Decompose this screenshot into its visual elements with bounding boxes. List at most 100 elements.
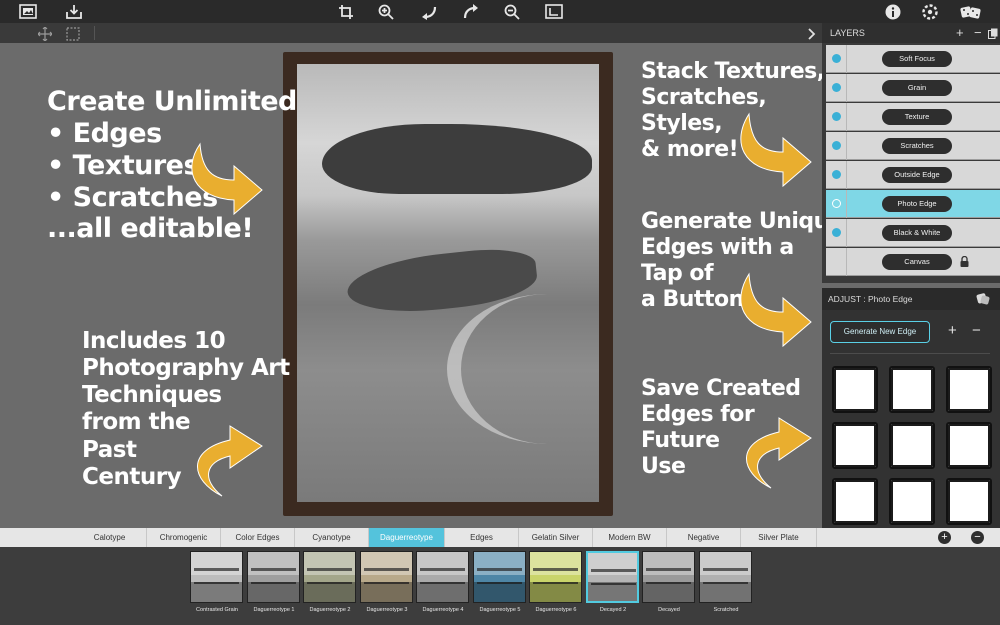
thumbnail-ground: [700, 582, 751, 602]
preset-label: Decayed 2: [599, 607, 627, 613]
tab-chromogenic[interactable]: Chromogenic: [147, 528, 221, 547]
layer-item-scratches[interactable]: Scratches: [826, 132, 1000, 160]
adjust-title: ADJUST : Photo Edge: [828, 294, 913, 304]
layer-label: Photo Edge: [882, 196, 952, 212]
edge-preset-tile[interactable]: [889, 366, 935, 413]
remove-style-button[interactable]: −: [971, 531, 984, 544]
randomize-dice-icon[interactable]: [960, 3, 982, 20]
preset-thumbnails: Contrasted Grain Daguerreotype 1 Daguerreo…: [0, 547, 1000, 625]
tab-daguerreotype[interactable]: Daguerreotype: [369, 528, 445, 547]
tab-modern-bw[interactable]: Modern BW: [593, 528, 667, 547]
edge-preset-tile[interactable]: [832, 366, 878, 413]
add-edge-button[interactable]: +: [948, 322, 957, 339]
thumbnail-ground: [248, 582, 299, 602]
thumbnail-ground: [361, 582, 412, 602]
layer-label: Soft Focus: [882, 51, 952, 67]
curved-arrow-icon: [191, 142, 263, 216]
tab-negative[interactable]: Negative: [667, 528, 741, 547]
curved-arrow-icon: [740, 272, 812, 348]
preset-label: Daguerreotype 5: [479, 607, 521, 613]
tab-silver-plate[interactable]: Silver Plate: [741, 528, 817, 547]
preset-thumbnail[interactable]: [303, 551, 356, 603]
fit-screen-icon[interactable]: [545, 3, 563, 20]
divider: [846, 248, 847, 276]
divider: [846, 103, 847, 131]
preset-thumbnail[interactable]: [529, 551, 582, 603]
toolbar-divider: [94, 26, 95, 40]
layer-label: Canvas: [882, 254, 952, 270]
preset-thumbnail[interactable]: [247, 551, 300, 603]
adjust-panel: ADJUST : Photo Edge Generate New Edge + …: [822, 288, 1000, 528]
edge-preset-tile[interactable]: [832, 422, 878, 469]
top-toolbar: [0, 0, 1000, 23]
edge-preset-tile[interactable]: [946, 422, 992, 469]
layer-item-texture[interactable]: Texture: [826, 103, 1000, 131]
preset-thumbnail[interactable]: [586, 551, 639, 603]
preset-thumbnail[interactable]: [360, 551, 413, 603]
layer-item-photo-edge[interactable]: Photo Edge: [826, 190, 1000, 218]
visibility-dot-icon[interactable]: [832, 112, 841, 121]
remove-edge-button[interactable]: −: [972, 322, 981, 339]
randomize-dice-icon[interactable]: [976, 292, 990, 306]
preset-label: Decayed: [658, 607, 680, 613]
settings-icon[interactable]: [921, 3, 939, 20]
edge-preset-tile[interactable]: [946, 478, 992, 525]
select-icon[interactable]: [64, 25, 82, 42]
preset-thumbnail[interactable]: [416, 551, 469, 603]
layer-item-outside-edge[interactable]: Outside Edge: [826, 161, 1000, 189]
preset-thumbnail[interactable]: [699, 551, 752, 603]
zoom-out-icon[interactable]: [503, 3, 521, 20]
edge-preset-tile[interactable]: [832, 478, 878, 525]
import-icon[interactable]: [65, 3, 83, 20]
layer-item-black-white[interactable]: Black & White: [826, 219, 1000, 247]
photo-wave: [447, 294, 613, 444]
thumbnail-ground: [191, 582, 242, 602]
add-style-button[interactable]: +: [938, 531, 951, 544]
tab-edges[interactable]: Edges: [445, 528, 519, 547]
chevron-right-icon[interactable]: [806, 25, 818, 42]
photo-canvas[interactable]: [283, 52, 613, 516]
generate-new-edge-button[interactable]: Generate New Edge: [830, 321, 930, 343]
preset-thumbnail[interactable]: [473, 551, 526, 603]
edge-preset-tile[interactable]: [889, 478, 935, 525]
edge-preset-tile[interactable]: [946, 366, 992, 413]
tab-cyanotype[interactable]: Cyanotype: [295, 528, 369, 547]
add-layer-button[interactable]: +: [956, 25, 964, 40]
app-window: Create Unlimited • Edges • Textures • Sc…: [0, 0, 1000, 625]
visibility-dot-icon[interactable]: [832, 54, 841, 63]
style-tabs: Calotype Chromogenic Color Edges Cyanoty…: [0, 528, 1000, 547]
crop-icon[interactable]: [337, 3, 355, 20]
visibility-dot-icon[interactable]: [832, 228, 841, 237]
photo-library-icon[interactable]: [19, 3, 37, 20]
remove-layer-button[interactable]: −: [974, 25, 982, 40]
layer-label: Grain: [882, 80, 952, 96]
undo-icon[interactable]: [420, 3, 438, 20]
zoom-in-icon[interactable]: [377, 3, 395, 20]
visibility-dot-icon[interactable]: [832, 83, 841, 92]
tab-color-edges[interactable]: Color Edges: [221, 528, 295, 547]
preset-label: Scratched: [713, 607, 739, 613]
redo-icon[interactable]: [462, 3, 480, 20]
layers-panel-header: LAYERS + −: [822, 23, 1000, 43]
layer-item-grain[interactable]: Grain: [826, 74, 1000, 102]
preset-thumbnail[interactable]: [190, 551, 243, 603]
duplicate-layer-icon[interactable]: [988, 27, 998, 42]
visibility-dot-icon[interactable]: [832, 141, 841, 150]
adjust-panel-header: ADJUST : Photo Edge: [822, 288, 1000, 310]
curved-arrow-icon: [746, 417, 812, 489]
tab-gelatin-silver[interactable]: Gelatin Silver: [519, 528, 593, 547]
preset-label: Daguerreotype 3: [366, 607, 408, 613]
thumbnail-ground: [643, 582, 694, 602]
photo-rock: [322, 124, 592, 194]
move-icon[interactable]: [36, 25, 54, 42]
edge-preset-tile[interactable]: [889, 422, 935, 469]
visibility-dot-icon[interactable]: [832, 199, 841, 208]
layer-item-soft-focus[interactable]: Soft Focus: [826, 45, 1000, 73]
info-icon[interactable]: [884, 3, 902, 20]
layer-item-canvas[interactable]: Canvas: [826, 248, 1000, 276]
visibility-dot-icon[interactable]: [832, 170, 841, 179]
divider: [846, 190, 847, 218]
tab-calotype[interactable]: Calotype: [73, 528, 147, 547]
curved-arrow-icon: [740, 112, 812, 188]
preset-thumbnail[interactable]: [642, 551, 695, 603]
